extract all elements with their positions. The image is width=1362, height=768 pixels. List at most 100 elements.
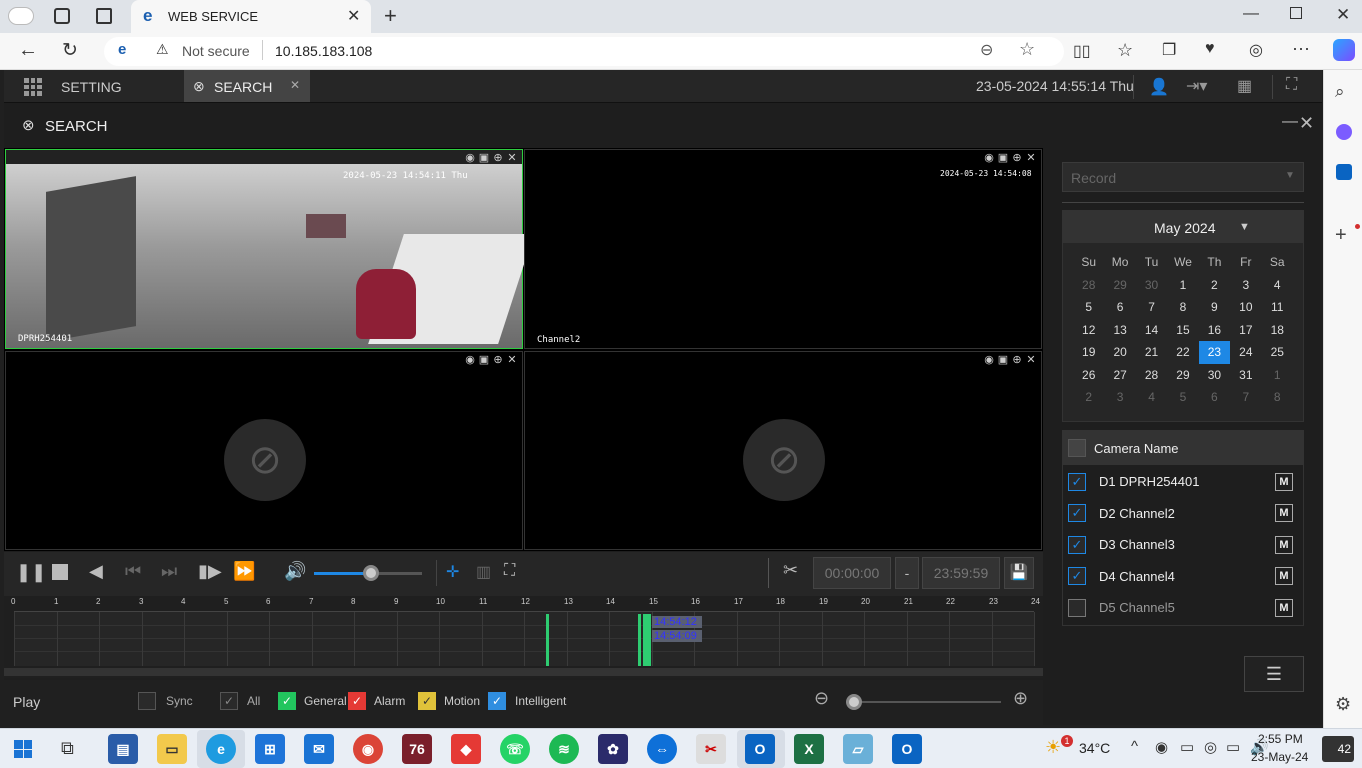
file-explorer-icon[interactable]: ▭ [157, 734, 187, 764]
volume-slider[interactable] [314, 565, 422, 581]
minimize-icon[interactable]: — [1243, 5, 1259, 23]
anydesk-icon[interactable]: ◆ [451, 734, 481, 764]
timeline-zoom-out-icon[interactable]: ⊖ [814, 688, 829, 709]
calendar-day[interactable]: 7 [1230, 386, 1261, 409]
digital-zoom-icon[interactable]: ✛ [446, 562, 459, 582]
previous-frame-icon[interactable]: ⏮ [125, 561, 141, 582]
calendar-month[interactable]: May 2024 [1154, 220, 1215, 236]
calendar-day[interactable]: 25 [1262, 341, 1293, 364]
apps-grid-icon[interactable] [24, 78, 42, 96]
calendar-day[interactable]: 4 [1136, 386, 1167, 409]
snapshot-icon[interactable]: ▣ [478, 152, 490, 164]
more-menu-icon[interactable]: ··· [1292, 38, 1310, 59]
calendar-day[interactable]: 18 [1262, 319, 1293, 342]
calendar-day[interactable]: 3 [1230, 274, 1261, 297]
url-text[interactable]: 10.185.183.108 [275, 43, 372, 59]
video-window-2[interactable]: 2024-05-23 14:54:08 Channel2 ◉ ▣ ⊕ ✕ [524, 149, 1042, 349]
app-icon[interactable]: ▤ [108, 734, 138, 764]
location-icon[interactable]: ◎ [1204, 738, 1217, 756]
fit-screen-icon[interactable]: ⛶ [504, 562, 515, 580]
zoom-icon[interactable]: ⊕ [1011, 152, 1023, 164]
calendar-day[interactable]: 29 [1104, 274, 1135, 297]
spotify-icon[interactable]: ≋ [549, 734, 579, 764]
calendar-day[interactable]: 11 [1262, 296, 1293, 319]
step-forward-icon[interactable]: ▮▶ [198, 561, 222, 582]
excel-icon[interactable]: X [794, 734, 824, 764]
pause-icon[interactable]: ❚❚ [16, 562, 46, 583]
calendar-day[interactable]: 7 [1136, 296, 1167, 319]
clip-start-time[interactable]: 00:00:00 [813, 557, 891, 589]
calendar-day[interactable]: 9 [1199, 296, 1230, 319]
eye-icon[interactable]: ◉ [983, 354, 995, 366]
back-icon[interactable]: ← [18, 39, 38, 62]
calendar-day[interactable]: 1 [1262, 364, 1293, 387]
smart-search-icon[interactable]: ▥ [476, 562, 491, 582]
weather-icon[interactable]: ☀ [1045, 737, 1061, 758]
calendar-day[interactable]: 3 [1104, 386, 1135, 409]
camera-row[interactable]: ✓ D1 DPRH254401 M [1063, 466, 1303, 498]
record-type-select[interactable]: Record ▼ [1062, 162, 1304, 192]
calendar-day[interactable]: 5 [1167, 386, 1198, 409]
show-hidden-icons[interactable]: ^ [1131, 738, 1138, 755]
camera-row[interactable]: ✓ D3 Channel3 M [1063, 529, 1303, 561]
sync-checkbox[interactable] [138, 692, 156, 710]
calendar-day[interactable]: 27 [1104, 364, 1135, 387]
minimize-panel-icon[interactable]: — [1282, 113, 1298, 131]
intelligent-checkbox[interactable]: ✓ [488, 692, 506, 710]
calendar-day[interactable]: 29 [1167, 364, 1198, 387]
calendar-day[interactable]: 22 [1167, 341, 1198, 364]
calendar-day[interactable]: 28 [1073, 274, 1104, 297]
video-window-1[interactable]: 2024-05-23 14:54:11 Thu DPRH254401 ◉ ▣ ⊕ ✕ [5, 149, 534, 349]
timeline-track[interactable]: 14:54:12 14:54:09 [14, 611, 1035, 666]
outlook-taskbar-icon[interactable]: O [745, 734, 775, 764]
calendar-day[interactable]: 4 [1262, 274, 1293, 297]
camera-main-stream-button[interactable]: M [1275, 472, 1293, 491]
calendar-day[interactable]: 6 [1104, 296, 1135, 319]
video-window-4[interactable]: ⊘ ◉ ▣ ⊕ ✕ [524, 351, 1042, 550]
calendar-day[interactable]: 12 [1073, 319, 1104, 342]
app-icon[interactable]: ✿ [598, 734, 628, 764]
zoom-icon[interactable]: ⊕ [492, 152, 504, 164]
workspaces-icon[interactable] [54, 8, 70, 24]
zoom-icon[interactable]: ⊕ [492, 354, 504, 366]
clock-date[interactable]: 23-May-24 [1251, 750, 1308, 764]
camera-main-stream-button[interactable]: M [1275, 567, 1293, 586]
calendar-day[interactable]: 5 [1073, 296, 1104, 319]
windows-start-icon[interactable] [14, 740, 32, 758]
tab-actions-icon[interactable] [96, 8, 112, 24]
security-label[interactable]: Not secure [182, 43, 250, 59]
select-all-cameras-checkbox[interactable] [1068, 439, 1086, 457]
user-icon[interactable]: 👤 [1149, 77, 1169, 97]
favorite-star-icon[interactable]: ☆ [1019, 39, 1035, 60]
calendar-day[interactable]: 21 [1136, 341, 1167, 364]
play-backward-icon[interactable]: ◀ [89, 561, 103, 582]
url-field[interactable]: e ⚠ Not secure 10.185.183.108 ⊖ ☆ [104, 37, 1064, 66]
stop-icon[interactable] [52, 564, 68, 580]
calendar-day[interactable]: 8 [1262, 386, 1293, 409]
close-video-icon[interactable]: ✕ [506, 152, 518, 164]
outlook-icon[interactable]: O [892, 734, 922, 764]
teamviewer-icon[interactable]: ⇔ [647, 734, 677, 764]
timeline-zoom-slider[interactable] [846, 694, 1001, 710]
fullscreen-icon[interactable]: ⛶ [1286, 76, 1297, 94]
whatsapp-icon[interactable]: ☏ [500, 734, 530, 764]
close-video-icon[interactable]: ✕ [1025, 152, 1037, 164]
snipping-icon[interactable]: ✂ [696, 734, 726, 764]
camera-row[interactable]: D5 Channel5 M [1063, 592, 1303, 624]
close-window-icon[interactable]: ✕ [1336, 5, 1350, 25]
motion-checkbox[interactable]: ✓ [418, 692, 436, 710]
nav-setting[interactable]: SETTING [61, 79, 122, 95]
favorites-icon[interactable]: ☆ [1117, 40, 1133, 61]
clip-end-time[interactable]: 23:59:59 [922, 557, 1000, 589]
calendar-day[interactable]: 26 [1073, 364, 1104, 387]
next-frame-icon[interactable]: ⏭ [161, 561, 177, 582]
refresh-icon[interactable]: ↻ [62, 39, 78, 62]
profile-icon[interactable] [8, 7, 34, 25]
close-video-icon[interactable]: ✕ [1025, 354, 1037, 366]
camera-row[interactable]: ✓ D2 Channel2 M [1063, 498, 1303, 530]
store-icon[interactable]: ⊞ [255, 734, 285, 764]
snapshot-icon[interactable]: ▣ [478, 354, 490, 366]
calendar-day[interactable]: 15 [1167, 319, 1198, 342]
snapshot-icon[interactable]: ▣ [997, 152, 1009, 164]
eye-icon[interactable]: ◉ [464, 354, 476, 366]
